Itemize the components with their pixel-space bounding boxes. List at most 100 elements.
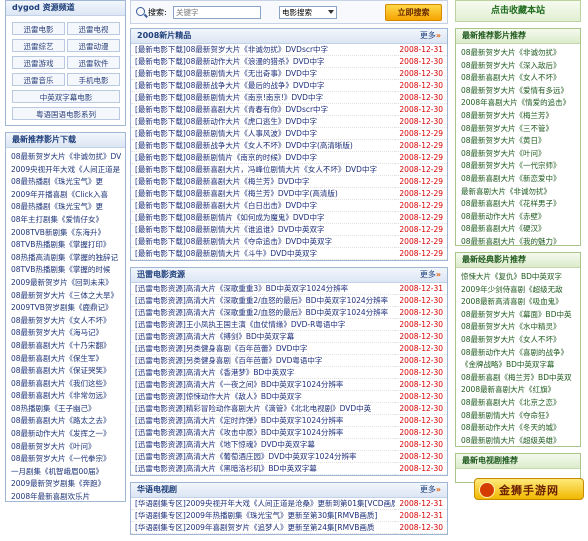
list-item[interactable]: 08最新剧情大片《超级英雄》 bbox=[461, 435, 576, 446]
table-row[interactable]: [迅雷电影资源]高清大片《地下惊魂》DVD中英双字幕 2008-12-30 bbox=[131, 438, 447, 451]
table-row[interactable]: [华语剧集专区]2009年喜剧贺岁片《追梦人》更新至第24集[RMVB画质 200… bbox=[131, 521, 447, 534]
list-item[interactable]: 08最新贺岁大片《叶问》 bbox=[461, 148, 576, 161]
list-item[interactable]: 08热播剧集《王子幽己》 bbox=[11, 403, 121, 416]
row-title-link[interactable]: [最新电影下载]08最新剧情大片《人事风波》DVD中字 bbox=[131, 127, 396, 140]
list-item[interactable]: 08最热播剧《珠光宝气》更 bbox=[11, 201, 121, 214]
list-item[interactable]: 08最新贺岁大片《女人不坏》 bbox=[11, 315, 121, 328]
table-row[interactable]: [迅雷电影资源]高清大片《葡萄酒庄园》DVD中英双字1024分辨率 2008-12… bbox=[131, 450, 447, 463]
table-row[interactable]: [最新电影下载]08最新喜剧大片《梅兰芳》DVD中字(高清版) 2008-12-2… bbox=[131, 187, 447, 200]
list-item[interactable]: 2008年喜剧大片《情爱的追击》 bbox=[461, 97, 576, 110]
table-row[interactable]: [最新电影下载]08最新剧情大片《无出奇事》DVD中字 2008-12-30 bbox=[131, 67, 447, 80]
row-title-link[interactable]: [迅雷电影资源]精彩冒险动作喜剧大片《滴管》《北北电视剧》DVD中英 bbox=[131, 402, 396, 415]
table-row[interactable]: [最新电影下载]08最新动作大片《虎口逃生》DVD中字 2008-12-30 bbox=[131, 115, 447, 128]
list-item[interactable]: 2009最新贺岁片《回到未来》 bbox=[11, 277, 121, 290]
list-item[interactable]: 08最新喜剧大片《硬汉》 bbox=[461, 223, 576, 236]
row-title-link[interactable]: [迅雷电影资源]高清大片《深歌重重2/血怒的最后》BD中英双字1024分辨率 bbox=[131, 306, 396, 319]
table-row[interactable]: [迅雷电影资源]高清大片《攻击中原》BD中英双字1024分辨率 2008-12-3… bbox=[131, 426, 447, 439]
list-item[interactable]: 08最新喜剧大片《保生军》 bbox=[11, 353, 121, 366]
table-row[interactable]: [最新电影下载]08最新战争大片《女人不坏》DVD中字(高清晰版) 2008-12… bbox=[131, 139, 447, 152]
table-row[interactable]: [迅雷电影资源]惊悚动作大片《敌人》BD中英双字 2008-12-30 bbox=[131, 390, 447, 403]
list-item[interactable]: 08最新贺岁大片《三体之大旱》 bbox=[11, 290, 121, 303]
list-item[interactable]: 08最新贺岁大片《幕面》BD中英 bbox=[461, 309, 576, 322]
row-title-link[interactable]: [最新电影下载]08最新剧情片《南京的时候》DVD中字 bbox=[131, 151, 396, 164]
list-item[interactable]: 2008最新喜剧大片《红旗》 bbox=[461, 384, 576, 397]
site-link[interactable]: 迅雷电视 bbox=[67, 22, 120, 35]
site-link[interactable]: 中英双字幕电影 bbox=[12, 90, 120, 103]
list-item[interactable]: 08最新喜剧大片《非常勿远》 bbox=[11, 390, 121, 403]
row-title-link[interactable]: [最新电影下载]08最新喜剧大片《梅兰芳》DVD中字 bbox=[131, 175, 396, 188]
row-title-link[interactable]: [华语剧集专区]2009年喜剧贺岁片《追梦人》更新至第24集[RMVB画质 bbox=[131, 521, 396, 534]
list-item[interactable]: 08年主打剧集《爱情仔女》 bbox=[11, 214, 121, 227]
list-item[interactable]: 2009年少剑侍喜剧《超级无敌 bbox=[461, 284, 576, 297]
row-title-link[interactable]: [迅雷电影资源]惊悚动作大片《敌人》BD中英双字 bbox=[131, 390, 396, 403]
table-row[interactable]: [最新电影下载]08最新剧情大片《夺命追击》DVD中英双字 2008-12-29 bbox=[131, 235, 447, 248]
list-item[interactable]: 2008年最新喜剧欢乐片 bbox=[11, 491, 121, 501]
table-row[interactable]: [最新电影下载]08最新贺岁大片《非诚勿扰》DVDscr中字 2008-12-31 bbox=[131, 44, 447, 56]
row-title-link[interactable]: [最新电影下载]08最新剧情片《如何成为魔鬼》DVD中字 bbox=[131, 211, 396, 224]
search-button[interactable]: 立即搜索 bbox=[385, 4, 442, 21]
list-item[interactable]: 《金牌战略》BD中英双字幕 bbox=[461, 359, 576, 372]
table-row[interactable]: [华语剧集专区]2009年热播剧集《珠光宝气》更新至第30集[RMVB画质] 20… bbox=[131, 509, 447, 522]
row-title-link[interactable]: [迅雷电影资源]另类健身喜剧《百年芭蕾》DVD中字 bbox=[131, 342, 396, 355]
site-link[interactable]: 迅雷电影 bbox=[12, 22, 65, 35]
list-item[interactable]: 惊悚大片《复仇》BD中英双字 bbox=[461, 271, 576, 284]
row-title-link[interactable]: [迅雷电影资源]高清大片《地下惊魂》DVD中英双字幕 bbox=[131, 438, 396, 451]
row-title-link[interactable]: [最新电影下载]08最新贺岁大片《非诚勿扰》DVDscr中字 bbox=[131, 44, 396, 56]
row-title-link[interactable]: [迅雷电影资源]高清大片《深歌重重3》BD中英双字1024分辨率 bbox=[131, 283, 396, 295]
table-row[interactable]: [迅雷电影资源]另类健身喜剧《百年芭蕾》DVD粤语中字 2008-12-30 bbox=[131, 354, 447, 367]
table-row[interactable]: [迅雷电影资源]高清大片《定时炸弹》BD中英双字1024分辨率 2008-12-3… bbox=[131, 414, 447, 427]
table-row[interactable]: [迅雷电影资源]高清大片《香港梦》BD中英双字 2008-12-30 bbox=[131, 366, 447, 379]
table-row[interactable]: [迅雷电影资源]高清大片《深歌重重2/血怒的最后》BD中英双字1024分辨率 20… bbox=[131, 306, 447, 319]
list-item[interactable]: 08最新喜剧大片《女人不坏》 bbox=[461, 72, 576, 85]
list-item[interactable]: 08最新喜剧大片《保证哭笑》 bbox=[11, 365, 121, 378]
site-link[interactable]: 迅雷动漫 bbox=[67, 39, 120, 52]
list-item[interactable]: 08最新贺岁大片《梅兰芳》 bbox=[461, 110, 576, 123]
list-item[interactable]: 08最新剧情大片《夺命狂》 bbox=[461, 410, 576, 423]
site-link[interactable]: 迅雷软件 bbox=[67, 56, 120, 69]
list-item[interactable]: 08最新贺岁大片《爱情有多远》 bbox=[461, 85, 576, 98]
table-row[interactable]: [最新电影下载]08最新剧情大片《南京!南京!》DVD中字 2008-12-30 bbox=[131, 91, 447, 104]
list-item[interactable]: 一月剧集《机智峨眉00届》 bbox=[11, 466, 121, 479]
list-item[interactable]: 08最新喜剧大片《花样男子》 bbox=[461, 198, 576, 211]
row-title-link[interactable]: [迅雷电影资源]王小凤执王国主演《血仗情缘》DVD-R粤语中字 bbox=[131, 318, 396, 331]
row-title-link[interactable]: [迅雷电影资源]另类健身喜剧《百年芭蕾》DVD粤语中字 bbox=[131, 354, 396, 367]
list-item[interactable]: 2009最新贺岁剧集《奔跑》 bbox=[11, 478, 121, 491]
list-item[interactable]: 08最新动作大片《冬天的城》 bbox=[461, 422, 576, 435]
list-item[interactable]: 08最新喜剧大片《新恋爱中》 bbox=[461, 173, 576, 186]
list-item[interactable]: 08TVB热播剧集《掌握的时候 bbox=[11, 264, 121, 277]
list-item[interactable]: 08最新喜剧大片《十乃宋翻》 bbox=[11, 340, 121, 353]
table-row[interactable]: [最新电影下载]08最新剧情大片《谁追谁》DVD中英双字 2008-12-29 bbox=[131, 223, 447, 236]
row-title-link[interactable]: [最新电影下载]08最新剧情大片《夺命追击》DVD中英双字 bbox=[131, 235, 396, 248]
table-row[interactable]: [最新电影下载]08最新喜剧大片《梅兰芳》DVD中字 2008-12-29 bbox=[131, 175, 447, 188]
row-title-link[interactable]: [最新电影下载]08最新剧情大片《无出奇事》DVD中字 bbox=[131, 67, 396, 80]
list-item[interactable]: 最新喜剧大片《非诚勿扰》 bbox=[461, 186, 576, 199]
row-title-link[interactable]: [最新电影下载]08最新剧情大片《南京!南京!》DVD中字 bbox=[131, 91, 396, 104]
row-title-link[interactable]: [最新电影下载]08最新喜剧大片《青春有你》DVDscr中字 bbox=[131, 103, 396, 116]
site-link[interactable]: 粤语国语电影系列 bbox=[12, 107, 120, 120]
table-row[interactable]: [迅雷电影资源]高清大片《黑暗洛杉矶》BD中英双字幕 2008-12-30 bbox=[131, 462, 447, 475]
row-title-link[interactable]: [迅雷电影资源]高清大片《深歌重重2/血怒的最后》BD中英双字1024分辨率 bbox=[131, 294, 396, 307]
more-link[interactable]: 更多» bbox=[420, 483, 441, 497]
list-item[interactable]: 08最新贺岁大片《深入敌后》 bbox=[461, 60, 576, 73]
row-title-link[interactable]: [迅雷电影资源]高清大片《定时炸弹》BD中英双字1024分辨率 bbox=[131, 414, 396, 427]
list-item[interactable]: 08最新贺岁大片《女人不坏》 bbox=[461, 334, 576, 347]
row-title-link[interactable]: [最新电影下载]08最新喜剧大片，冯峰位剧情大片《女人不坏》DVD中字 bbox=[131, 163, 396, 176]
list-item[interactable]: 08最新贺岁大片《叶问》 bbox=[11, 441, 121, 454]
site-link[interactable]: 迅雷音乐 bbox=[12, 73, 65, 86]
list-item[interactable]: 08TVB热播剧集《掌握打印》 bbox=[11, 239, 121, 252]
table-row[interactable]: [最新电影下载]08最新动作大片《浪漫的猎杀》DVD中字 2008-12-30 bbox=[131, 55, 447, 68]
row-title-link[interactable]: [最新电影下载]08最新动作大片《虎口逃生》DVD中字 bbox=[131, 115, 396, 128]
row-title-link[interactable]: [最新电影下载]08最新剧情大片《斗牛》DVD中英双字 bbox=[131, 247, 396, 260]
table-row[interactable]: [迅雷电影资源]高清大片《深歌重重3》BD中英双字1024分辨率 2008-12-… bbox=[131, 283, 447, 295]
list-item[interactable]: 08最新喜剧大片《北京之恋》 bbox=[461, 397, 576, 410]
row-title-link[interactable]: [最新电影下载]08最新喜剧大片《梅兰芳》DVD中字(高清版) bbox=[131, 187, 396, 200]
list-item[interactable]: 08最新贺岁大片《水中精灵》 bbox=[461, 321, 576, 334]
list-item[interactable]: 08最新贺岁大片《非诚勿扰》 bbox=[461, 47, 576, 60]
more-link[interactable]: 更多» bbox=[420, 29, 441, 43]
table-row[interactable]: [迅雷电影资源]精彩冒险动作喜剧大片《滴管》《北北电视剧》DVD中英 2008-1… bbox=[131, 402, 447, 415]
table-row[interactable]: [迅雷电影资源]高清大片《搏剑》BD中英双字幕 2008-12-30 bbox=[131, 330, 447, 343]
list-item[interactable]: 08最新贺岁大片《黄日》 bbox=[461, 135, 576, 148]
site-link[interactable]: 手机电影 bbox=[67, 73, 120, 86]
row-title-link[interactable]: [华语剧集专区]2009年热播剧集《珠光宝气》更新至第30集[RMVB画质] bbox=[131, 509, 396, 522]
list-item[interactable]: 2008TVB新剧集《东海升》 bbox=[11, 227, 121, 240]
